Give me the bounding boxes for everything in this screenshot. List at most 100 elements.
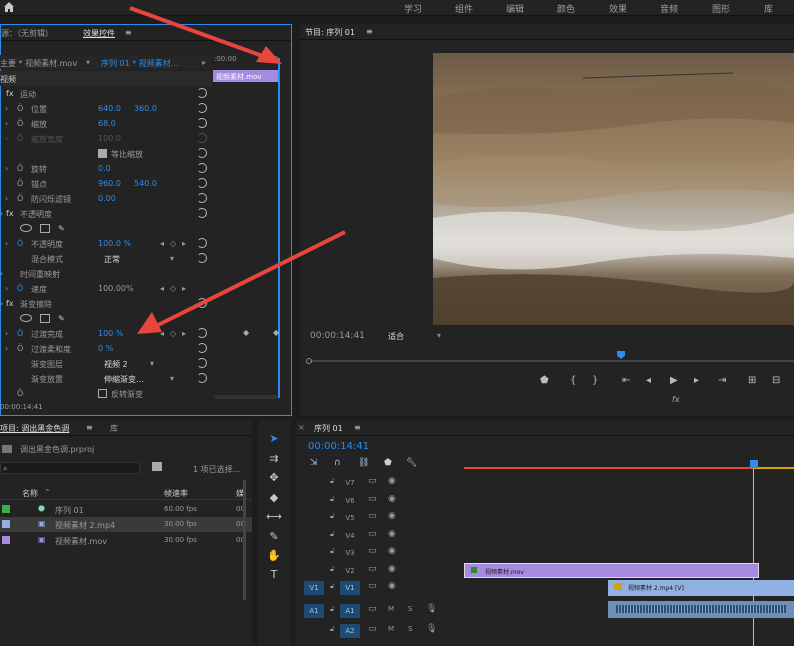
next-keyframe-icon[interactable]: ▸: [182, 239, 186, 248]
sync-icon[interactable]: ▭: [368, 581, 377, 591]
ripple-edit-tool-icon[interactable]: ✥: [266, 471, 282, 485]
search-input[interactable]: ⌕: [0, 462, 140, 474]
mic-icon[interactable]: 🎙︎: [426, 624, 437, 634]
scrub-start-handle[interactable]: [306, 358, 312, 364]
slip-tool-icon[interactable]: ⟷: [266, 510, 282, 524]
rotation-value[interactable]: 0.0: [98, 164, 111, 173]
ws-editing[interactable]: 编辑: [506, 2, 524, 15]
mark-out-icon[interactable]: }: [592, 375, 598, 386]
tab-libraries[interactable]: 库: [110, 423, 118, 434]
track-label[interactable]: V4: [340, 529, 360, 543]
next-keyframe-icon[interactable]: ▸: [182, 284, 186, 293]
panel-menu-icon[interactable]: ≡: [125, 28, 132, 37]
home-icon[interactable]: [3, 1, 15, 13]
lock-icon[interactable]: 🔓︎: [330, 512, 335, 521]
source-patch[interactable]: A1: [304, 603, 324, 618]
source-patch[interactable]: V1: [304, 581, 324, 595]
prev-keyframe-icon[interactable]: ◂: [160, 284, 164, 293]
track-label[interactable]: A2: [340, 623, 360, 638]
gradient-placement-value[interactable]: 伸缩渐变...: [104, 374, 144, 385]
timeline-timecode[interactable]: 00:00:14:41: [308, 441, 369, 452]
clip-mp4[interactable]: 视频素材 2.mp4 [V]: [608, 580, 794, 596]
lock-icon[interactable]: 🔓︎: [330, 605, 335, 614]
sort-icon[interactable]: ⌃: [44, 488, 51, 497]
eye-icon[interactable]: ◉: [388, 564, 396, 574]
wrench-icon[interactable]: 🔧︎: [406, 458, 417, 468]
selection-tool-icon[interactable]: ➤: [266, 432, 282, 446]
sync-icon[interactable]: ▭: [368, 564, 377, 574]
reset-icon[interactable]: [197, 328, 207, 338]
ws-learn[interactable]: 学习: [404, 2, 422, 15]
program-timecode[interactable]: 00:00:14:41: [310, 331, 365, 341]
ws-audio[interactable]: 音频: [660, 2, 678, 15]
col-frame-rate[interactable]: 帧速率: [164, 488, 188, 499]
fit-dropdown[interactable]: 适合: [388, 331, 404, 342]
list-item[interactable]: ▣ 视频素材 2.mp4 30.00 fps 00: [0, 517, 252, 532]
position-y[interactable]: 360.0: [134, 104, 157, 113]
pen-mask-icon[interactable]: ✎: [58, 314, 65, 323]
chevron-down-icon[interactable]: ▾: [437, 331, 441, 340]
master-clip[interactable]: 主要 * 视频素材.mov: [0, 58, 77, 69]
lock-icon[interactable]: 🔓︎: [330, 477, 335, 486]
ws-effects[interactable]: 效果: [609, 2, 627, 15]
opacity-row[interactable]: › fx 不透明度: [0, 206, 212, 221]
sync-icon[interactable]: ▭: [368, 604, 377, 614]
add-keyframe-icon[interactable]: ◇: [170, 239, 176, 248]
reset-icon[interactable]: [197, 298, 207, 308]
track-label[interactable]: V6: [340, 494, 360, 508]
pen-tool-icon[interactable]: ✎: [266, 530, 282, 544]
tab-source[interactable]: 源：（无剪辑）: [1, 28, 53, 39]
col-name[interactable]: 名称: [22, 488, 38, 499]
reset-icon[interactable]: [197, 178, 207, 188]
sync-icon[interactable]: ▭: [368, 529, 377, 539]
razor-tool-icon[interactable]: ◆: [266, 491, 282, 505]
ellipse-mask-icon[interactable]: [20, 224, 32, 232]
rect-mask-icon[interactable]: [40, 224, 50, 233]
sync-icon[interactable]: ▭: [368, 546, 377, 556]
lock-icon[interactable]: 🔓︎: [330, 547, 335, 556]
snap-icon[interactable]: ∩: [334, 458, 341, 468]
reset-icon[interactable]: [197, 193, 207, 203]
chevron-down-icon[interactable]: ▾: [170, 254, 174, 263]
reset-icon[interactable]: [197, 373, 207, 383]
mute-button[interactable]: M: [388, 625, 394, 633]
sync-icon[interactable]: ▭: [368, 494, 377, 504]
eye-icon[interactable]: ◉: [388, 581, 396, 591]
list-item[interactable]: ⬣ 序列 01 60.00 fps 00: [0, 502, 252, 517]
eye-icon[interactable]: ◉: [388, 511, 396, 521]
transition-completion-value[interactable]: 100 %: [98, 329, 123, 338]
work-area-bar[interactable]: [464, 467, 754, 469]
ws-graphics[interactable]: 图形: [712, 2, 730, 15]
go-to-in-icon[interactable]: ⇤: [622, 375, 630, 386]
track-label[interactable]: V3: [340, 546, 360, 560]
lock-icon[interactable]: 🔓︎: [330, 625, 335, 634]
reset-icon[interactable]: [197, 358, 207, 368]
ec-clip-bar[interactable]: 视频素材.mov: [213, 70, 280, 82]
next-keyframe-icon[interactable]: ▸: [182, 329, 186, 338]
reset-icon[interactable]: [197, 148, 207, 158]
step-back-icon[interactable]: ◂: [646, 375, 651, 386]
sequence-clip[interactable]: 序列 01 * 视频素材...: [101, 58, 178, 69]
motion-row[interactable]: fx 运动: [0, 86, 212, 101]
play-icon[interactable]: ▸: [202, 58, 206, 67]
reset-icon[interactable]: [197, 163, 207, 173]
track-label[interactable]: V7: [340, 476, 360, 490]
scale-value[interactable]: 68.0: [98, 119, 116, 128]
ec-zoom-scroll[interactable]: [214, 395, 278, 399]
add-keyframe-icon[interactable]: ◇: [170, 329, 176, 338]
transition-softness-value[interactable]: 0 %: [98, 344, 113, 353]
linked-icon[interactable]: ⛓: [358, 458, 369, 468]
opacity-value[interactable]: 100.0 %: [98, 239, 131, 248]
solo-button[interactable]: S: [408, 605, 412, 613]
list-item[interactable]: ▣ 视频素材.mov 30.00 fps 00: [0, 533, 252, 548]
track-label[interactable]: V5: [340, 511, 360, 525]
close-icon[interactable]: ×: [298, 423, 305, 432]
panel-menu-icon[interactable]: ≡: [354, 423, 361, 432]
sync-icon[interactable]: ▭: [368, 511, 377, 521]
go-to-out-icon[interactable]: ⇥: [718, 375, 726, 386]
new-bin-icon[interactable]: [152, 462, 162, 471]
insert-icon[interactable]: ⊞: [748, 375, 756, 386]
solo-button[interactable]: S: [408, 625, 412, 633]
mic-icon[interactable]: 🎙︎: [426, 604, 437, 614]
mute-button[interactable]: M: [388, 605, 394, 613]
